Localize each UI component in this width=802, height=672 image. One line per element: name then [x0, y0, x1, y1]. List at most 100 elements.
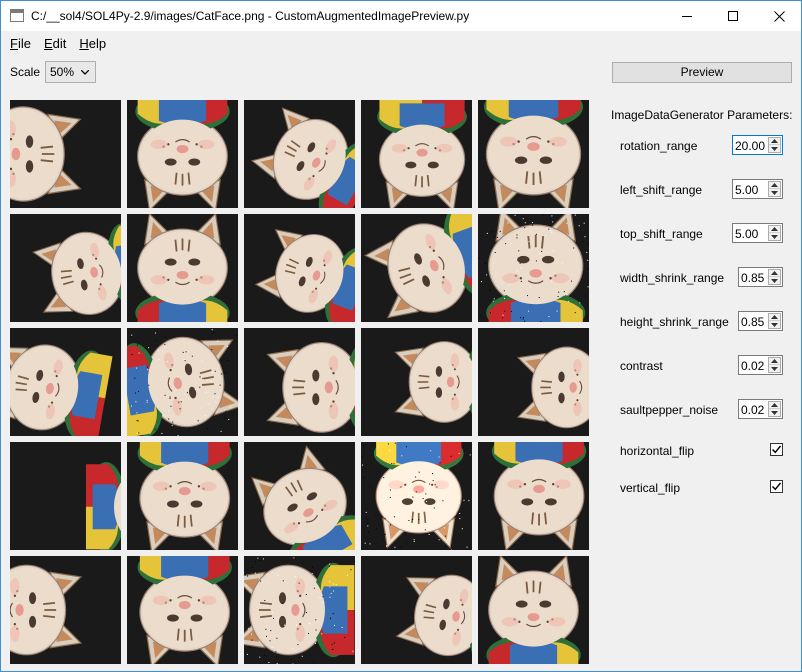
preview-tile [10, 100, 121, 208]
cat-face-image [10, 328, 121, 436]
menu-file-label: ile [17, 35, 31, 51]
scale-value: 50% [50, 65, 75, 79]
spin-arrows [768, 225, 781, 241]
spin-arrows [768, 181, 781, 197]
spin-arrows [768, 401, 781, 417]
height-shrink-range-spinbox[interactable]: 0.85 [738, 311, 783, 331]
contrast-spinbox[interactable]: 0.02 [738, 355, 783, 375]
spin-down-icon[interactable] [769, 277, 780, 284]
scale-dropdown[interactable]: 50% [45, 61, 96, 83]
preview-tile [478, 442, 589, 550]
preview-tile [244, 556, 355, 664]
app-window: C:/__sol4/SOL4Py-2.9/images/CatFace.png … [0, 0, 802, 672]
spin-down-icon[interactable] [769, 233, 780, 240]
preview-tile [10, 556, 121, 664]
close-icon [773, 10, 785, 22]
spin-arrows [768, 313, 781, 329]
cat-face-image [244, 100, 355, 208]
spin-down-icon[interactable] [769, 365, 780, 372]
preview-tile [10, 328, 121, 436]
menu-file[interactable]: File [3, 36, 37, 51]
spin-up-icon[interactable] [769, 314, 780, 321]
cat-face-image [478, 556, 589, 664]
spin-down-icon[interactable] [769, 321, 780, 328]
spin-up-icon[interactable] [769, 226, 780, 233]
scale-label: Scale [10, 65, 41, 79]
preview-tile [361, 328, 472, 436]
spin-up-icon[interactable] [769, 358, 780, 365]
preview-tile [361, 556, 472, 664]
rotation-range-value: 20.00 [735, 139, 766, 153]
menu-file-mnemonic: F [10, 35, 18, 51]
spin-arrows [768, 137, 781, 153]
minimize-icon [681, 15, 692, 17]
maximize-icon [727, 10, 738, 21]
menu-edit[interactable]: Edit [37, 36, 72, 51]
spin-up-icon[interactable] [769, 270, 780, 277]
minimize-button[interactable] [664, 1, 710, 31]
top-shift-range-spinbox[interactable]: 5.00 [732, 223, 783, 243]
param-label-top-shift-range: top_shift_range [620, 227, 703, 241]
cat-face-image [127, 556, 238, 664]
spin-down-icon[interactable] [769, 189, 780, 196]
preview-tile [127, 214, 238, 322]
left-shift-range-spinbox[interactable]: 5.00 [732, 179, 783, 199]
cat-face-image [244, 328, 355, 436]
preview-tile [244, 328, 355, 436]
title-bar[interactable]: C:/__sol4/SOL4Py-2.9/images/CatFace.png … [1, 1, 801, 31]
preview-tile [127, 328, 238, 436]
preview-tile [244, 442, 355, 550]
chevron-down-icon [81, 70, 89, 75]
cat-face-image [127, 214, 238, 322]
spin-down-icon[interactable] [769, 145, 780, 152]
param-label-saultpepper-noise: saultpepper_noise [620, 403, 719, 417]
preview-tile [478, 214, 589, 322]
cat-face-image [478, 100, 589, 208]
param-label-left-shift-range: left_shift_range [620, 183, 703, 197]
close-button[interactable] [756, 1, 802, 31]
height-shrink-range-value: 0.85 [741, 315, 765, 329]
window-title: C:/__sol4/SOL4Py-2.9/images/CatFace.png … [31, 9, 470, 23]
cat-face-image [361, 214, 472, 322]
menu-bar: File Edit Help [1, 32, 801, 54]
preview-tile [10, 214, 121, 322]
spin-up-icon[interactable] [769, 402, 780, 409]
preview-tile [361, 100, 472, 208]
param-label-rotation-range: rotation_range [620, 139, 698, 153]
saultpepper-noise-value: 0.02 [741, 403, 765, 417]
param-label-width-shrink-range: width_shrink_range [620, 271, 725, 285]
param-label-height-shrink-range: height_shrink_range [620, 315, 729, 329]
spin-up-icon[interactable] [769, 182, 780, 189]
spin-down-icon[interactable] [769, 409, 780, 416]
horizontal-flip-checkbox[interactable] [770, 443, 783, 456]
cat-face-image [244, 214, 355, 322]
saultpepper-noise-spinbox[interactable]: 0.02 [738, 399, 783, 419]
cat-face-image [478, 328, 589, 436]
vertical-flip-checkbox[interactable] [770, 480, 783, 493]
preview-tile [478, 328, 589, 436]
width-shrink-range-spinbox[interactable]: 0.85 [738, 267, 783, 287]
menu-edit-label: dit [52, 35, 67, 51]
preview-tile [361, 214, 472, 322]
menu-help[interactable]: Help [72, 36, 112, 51]
cat-face-image [10, 100, 121, 208]
rotation-range-spinbox[interactable]: 20.00 [732, 135, 783, 155]
preview-tile [478, 100, 589, 208]
cat-face-image [361, 442, 472, 550]
spin-arrows [768, 269, 781, 285]
preview-button[interactable]: Preview [612, 62, 792, 83]
check-label-vertical-flip: vertical_flip [620, 481, 681, 495]
maximize-button[interactable] [710, 1, 756, 31]
cat-face-image [361, 328, 472, 436]
app-window-icon[interactable] [10, 9, 24, 22]
preview-tile [478, 556, 589, 664]
preview-image-grid [10, 100, 590, 664]
param-label-contrast: contrast [620, 359, 663, 373]
cat-face-image [10, 556, 121, 664]
cat-face-image [478, 442, 589, 550]
spin-up-icon[interactable] [769, 138, 780, 145]
cat-face-image [127, 328, 238, 436]
preview-tile [244, 214, 355, 322]
spin-arrows [768, 357, 781, 373]
cat-face-image [244, 556, 355, 664]
